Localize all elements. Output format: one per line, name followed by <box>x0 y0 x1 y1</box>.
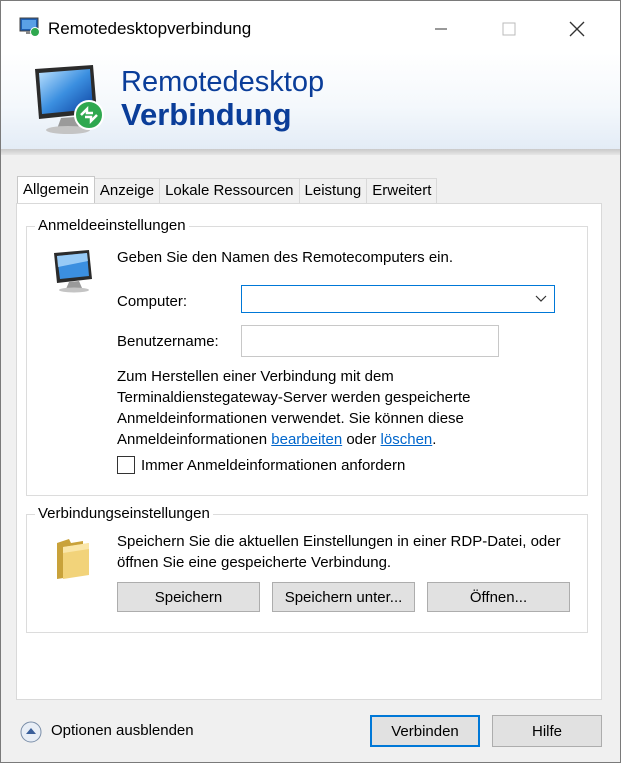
close-button[interactable] <box>557 11 597 47</box>
credentials-connector: oder <box>346 431 377 448</box>
tab-display[interactable]: Anzeige <box>93 178 161 203</box>
always-ask-label[interactable]: Immer Anmeldeinformationen anfordern <box>141 455 405 476</box>
tab-performance[interactable]: Leistung <box>298 178 368 203</box>
username-field[interactable] <box>241 325 499 357</box>
header-banner: Remotedesktop Verbindung <box>1 53 620 150</box>
banner-divider <box>1 149 620 155</box>
credentials-period: . <box>432 431 437 448</box>
save-button[interactable]: Speichern <box>117 582 260 612</box>
title-bar[interactable]: Remotedesktopverbindung <box>1 1 620 53</box>
save-as-button[interactable]: Speichern unter... <box>272 582 415 612</box>
remote-computer-hint: Geben Sie den Namen des Remotecomputers … <box>117 249 454 266</box>
tab-local-resources[interactable]: Lokale Ressourcen <box>159 178 300 203</box>
connection-settings-legend: Verbindungseinstellungen <box>35 505 213 522</box>
close-icon <box>569 21 585 37</box>
maximize-icon <box>502 22 516 36</box>
collapse-options-icon[interactable] <box>20 721 42 743</box>
folder-icon <box>57 539 89 579</box>
computer-combobox[interactable] <box>241 285 555 313</box>
tab-advanced[interactable]: Erweitert <box>366 178 438 203</box>
delete-credentials-link[interactable]: löschen <box>381 431 433 448</box>
tab-general[interactable]: Allgemein <box>17 176 95 203</box>
maximize-button[interactable] <box>489 11 529 47</box>
rdp-window: Remotedesktopverbindung Remotedesktop Ve… <box>0 0 621 763</box>
minimize-icon <box>435 28 447 30</box>
connection-settings-desc: Speichern Sie die aktuellen Einstellunge… <box>117 533 561 571</box>
always-ask-checkbox[interactable] <box>117 456 135 474</box>
logon-settings-legend: Anmeldeeinstellungen <box>35 217 189 234</box>
edit-credentials-link[interactable]: bearbeiten <box>271 431 342 448</box>
banner-title-line1: Remotedesktop <box>121 66 325 98</box>
hide-options-label[interactable]: Optionen ausblenden <box>51 722 194 739</box>
computer-label: Computer: <box>117 293 188 310</box>
credentials-info-text: Zum Herstellen einer Verbindung mit dem … <box>117 366 557 450</box>
minimize-button[interactable] <box>421 11 461 47</box>
connect-button[interactable]: Verbinden <box>370 715 480 747</box>
tab-strip: Allgemein Anzeige Lokale Ressourcen Leis… <box>17 176 438 204</box>
banner-title-line2: Verbindung <box>121 97 292 132</box>
remote-desktop-monitor-icon <box>35 65 104 134</box>
remote-desktop-icon <box>19 17 40 37</box>
computer-icon <box>54 250 92 293</box>
username-label: Benutzername: <box>117 333 219 350</box>
help-button[interactable]: Hilfe <box>492 715 602 747</box>
chevron-down-icon[interactable] <box>534 292 548 306</box>
logon-settings-group: Anmeldeeinstellungen Geben Sie den Namen… <box>26 217 588 496</box>
general-tab-panel: Anmeldeeinstellungen Geben Sie den Namen… <box>16 203 602 700</box>
window-title: Remotedesktopverbindung <box>48 19 252 38</box>
connection-settings-group: Verbindungseinstellungen Speichern Sie d… <box>26 505 588 633</box>
open-button[interactable]: Öffnen... <box>427 582 570 612</box>
